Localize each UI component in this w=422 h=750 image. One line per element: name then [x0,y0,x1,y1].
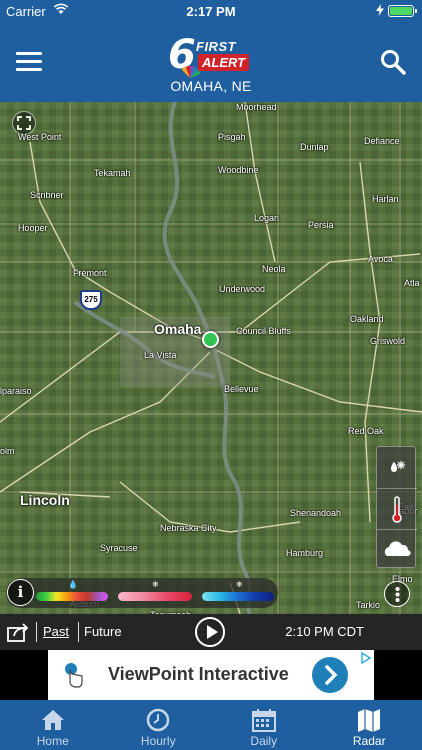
town-label: Lincoln [20,492,70,508]
tab-bar: Home Hourly Daily Radar [0,700,422,750]
town-label: Dunlap [300,142,329,152]
mix-legend-icon: ❄ [152,580,159,589]
rain-legend-bar [36,592,108,601]
tab-home[interactable]: Home [0,700,106,750]
current-location-pin [202,331,219,348]
radar-timestamp: 2:10 PM CDT [285,624,364,639]
clock-icon [147,708,170,732]
cloud-icon [384,541,411,557]
divider [36,622,37,642]
charging-icon [376,4,384,16]
ad-text: ViewPoint Interactive [108,664,289,684]
clock: 2:17 PM [186,4,236,19]
station-logo: 6 FIRST ALERT [168,32,258,80]
tab-radar[interactable]: Radar [317,700,422,750]
battery-icon [388,5,417,17]
cloud-layer-button[interactable] [377,529,417,569]
expand-icon [17,116,31,130]
status-bar: Carrier 2:17 PM [0,0,422,22]
town-label: Council Bluffs [236,326,291,336]
mix-legend-bar [118,592,192,601]
ad-container: ViewPoint Interactive [0,650,422,700]
hamburger-menu-button[interactable] [16,52,42,72]
map-icon [358,709,381,732]
calendar-icon [251,709,276,732]
town-label: Oakland [350,314,384,324]
hand-pointer-icon [65,663,83,688]
town-label: Logan [254,213,280,223]
town-label: Harlan [372,194,399,204]
thermometer-icon [392,496,402,523]
peacock-icon [182,66,200,78]
town-label: Nebraska City [160,523,217,533]
town-label: Woodbine [218,165,259,175]
town-label: Underwood [219,284,266,294]
town-label: West Point [18,132,62,142]
logo-alert-text: ALERT [198,54,250,71]
play-button[interactable] [195,617,225,647]
snow-rain-icon [391,461,405,472]
rain-legend-icon: 💧 [68,580,78,589]
past-toggle[interactable]: Past [43,624,69,639]
future-toggle[interactable]: Future [84,624,122,639]
town-label: Moorhead [236,102,277,112]
home-icon [41,710,64,730]
info-button[interactable]: i [7,579,34,606]
town-label: Neola [262,264,286,274]
precip-layer-button[interactable] [377,447,417,487]
app-header: 6 FIRST ALERT OMAHA, NE [0,22,422,102]
town-label: Shenandoah [290,508,342,518]
chevron-right-icon [325,665,338,685]
search-icon[interactable] [380,49,406,75]
town-label: Fremont [73,268,107,278]
more-vertical-icon [395,587,400,602]
snow-legend-icon: ❄ [236,580,243,589]
town-label: La Vista [144,350,177,360]
town-label: Bellevue [224,384,259,394]
town-label: Red Oak [348,426,384,436]
share-icon[interactable] [6,621,30,643]
town-label: Pisgah [218,132,246,142]
town-label: Atla [404,278,420,288]
town-label: Griswold [370,336,406,346]
town-label: Syracuse [100,543,138,553]
divider [78,622,79,642]
town-label: lparaiso [0,386,32,396]
tab-daily[interactable]: Daily [211,700,317,750]
town-label: Hamburg [286,548,324,558]
town-label: Persia [308,220,334,230]
ad-arrow-button[interactable] [312,657,348,693]
ad-banner[interactable]: ViewPoint Interactive [48,650,374,700]
town-label: Defiance [364,136,400,146]
ad-choices-icon[interactable] [360,652,372,664]
snow-legend-bar [202,592,274,601]
town-label: Tekamah [94,168,131,178]
town-label: Omaha [154,321,202,337]
playback-bar: Past Future 2:10 PM CDT [0,614,422,650]
town-label: Hooper [18,223,48,233]
town-label: Tarkio [356,600,381,610]
radar-map[interactable]: Moorhead West Point Pisgah Defiance Dunlap Te… [0,102,422,614]
highway-shield: 275 [80,290,102,310]
more-options-button[interactable] [384,581,410,607]
town-label: Avoca [368,254,393,264]
temperature-layer-button[interactable] [377,488,417,528]
town-label: Scribner [30,190,64,200]
town-label: olm [0,446,15,456]
radar-legend: i 💧 ❄ ❄ [6,578,278,608]
tab-hourly[interactable]: Hourly [106,700,212,750]
layer-panel [376,446,417,569]
logo-first-text: FIRST [196,39,237,54]
map-background [0,102,422,614]
location-label: OMAHA, NE [170,78,252,94]
